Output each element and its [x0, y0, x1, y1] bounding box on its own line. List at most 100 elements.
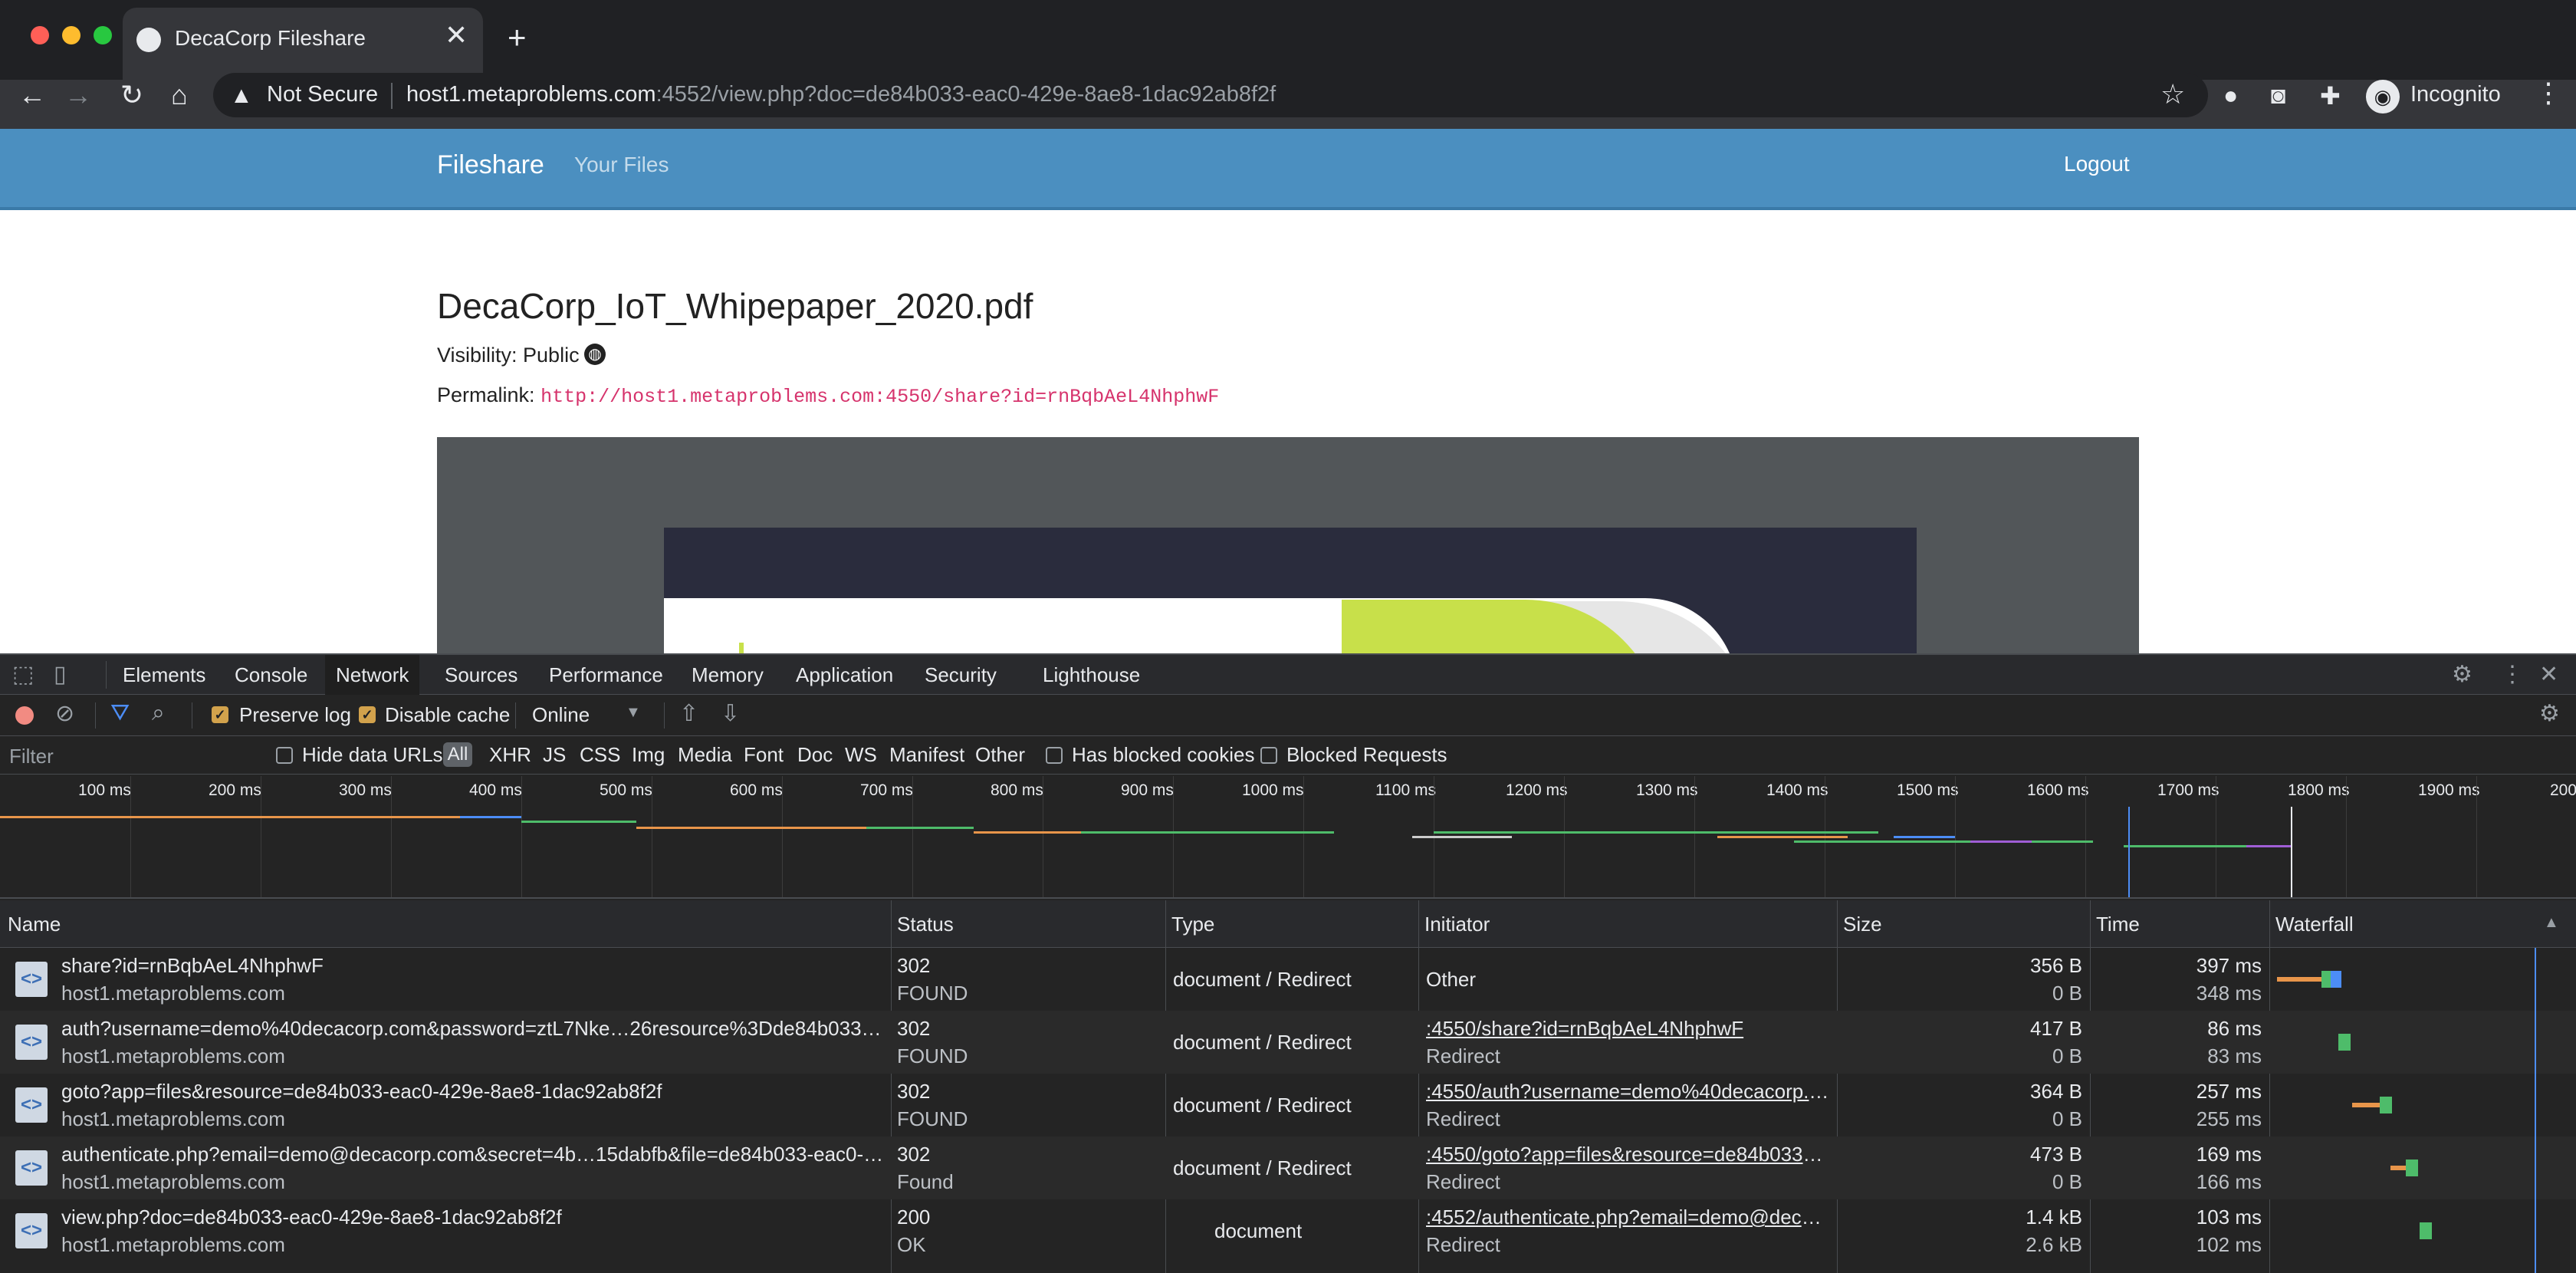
tab-performance[interactable]: Performance [538, 655, 674, 695]
menu-icon[interactable]: ⋮ [2535, 77, 2562, 109]
request-name: view.php?doc=de84b033-eac0-429e-8ae8-1da… [61, 1206, 562, 1229]
col-type[interactable]: Type [1171, 913, 1214, 936]
tab-console[interactable]: Console [224, 655, 318, 695]
clear-icon[interactable]: ⊘ [55, 700, 74, 727]
col-size[interactable]: Size [1843, 913, 1882, 936]
minimize-window-button[interactable] [62, 26, 80, 44]
type-filter-font[interactable]: Font [744, 743, 784, 767]
back-icon[interactable]: ← [9, 71, 55, 120]
puzzle-icon[interactable]: ✚ [2320, 81, 2341, 110]
type-filter-ws[interactable]: WS [845, 743, 877, 767]
col-status[interactable]: Status [897, 913, 954, 936]
star-icon[interactable]: ☆ [2160, 78, 2185, 110]
transfer-size: 1.4 kB [2026, 1206, 2082, 1229]
has-blocked-cookies-checkbox[interactable] [1046, 747, 1063, 764]
request-row[interactable]: <> view.php?doc=de84b033-eac0-429e-8ae8-… [0, 1199, 2576, 1262]
security-status[interactable]: Not Secure [267, 82, 378, 107]
extension-icon[interactable]: ● [2223, 81, 2238, 110]
search-icon[interactable]: ⌕ [152, 700, 165, 726]
export-har-icon[interactable]: ⇩ [721, 700, 740, 727]
type-filter-media[interactable]: Media [678, 743, 732, 767]
site-brand[interactable]: Fileshare [437, 150, 544, 180]
preserve-log-checkbox[interactable]: ✓ [212, 706, 228, 723]
initiator-link[interactable]: :4550/auth?username=demo%40decacorp.co… [1426, 1080, 1829, 1104]
type-filter-js[interactable]: JS [543, 743, 566, 767]
filter-input[interactable]: Filter [9, 745, 54, 768]
divider [95, 702, 96, 729]
request-name: auth?username=demo%40decacorp.com&passwo… [61, 1017, 885, 1040]
chevron-down-icon[interactable]: ▼ [626, 704, 641, 722]
initiator-link[interactable]: :4550/share?id=rnBqbAeL4NhphwF [1426, 1017, 1829, 1041]
type-filter-xhr[interactable]: XHR [489, 743, 531, 767]
type-filter-css[interactable]: CSS [580, 743, 620, 767]
network-settings-icon[interactable]: ⚙ [2539, 700, 2560, 727]
waterfall-bar [2338, 1034, 2351, 1051]
pdf-viewer[interactable] [437, 437, 2139, 653]
type-filter-doc[interactable]: Doc [797, 743, 833, 767]
zoom-window-button[interactable] [94, 26, 112, 44]
request-row[interactable]: <> auth?username=demo%40decacorp.com&pas… [0, 1011, 2576, 1074]
incognito-icon[interactable]: ◉ [2366, 80, 2400, 113]
col-name[interactable]: Name [8, 913, 61, 936]
record-button[interactable] [15, 706, 34, 725]
tab-sources[interactable]: Sources [434, 655, 528, 695]
timeline-gridline [1564, 776, 1565, 897]
throttling-select[interactable]: Online [532, 703, 590, 727]
inspect-element-icon[interactable]: ⬚ [12, 661, 34, 688]
reload-icon[interactable]: ↻ [109, 71, 155, 120]
tab-memory[interactable]: Memory [681, 655, 774, 695]
initiator-link[interactable]: :4550/goto?app=files&resource=de84b033-e… [1426, 1143, 1829, 1166]
initiator-link[interactable]: :4552/authenticate.php?email=demo@decaco… [1426, 1206, 1829, 1229]
device-toolbar-icon[interactable]: ▯ [54, 661, 67, 688]
status-text: FOUND [897, 982, 968, 1005]
timeline-tick: 1500 ms [1897, 781, 1959, 799]
waterfall-bar [2277, 977, 2321, 982]
forward-icon[interactable]: → [55, 71, 101, 120]
divider [515, 702, 516, 729]
type-filter-manifest[interactable]: Manifest [889, 743, 964, 767]
type-filter-all[interactable]: All [443, 742, 472, 767]
tab-application[interactable]: Application [785, 655, 904, 695]
devtools-menu-icon[interactable]: ⋮ [2501, 661, 2524, 688]
blocked-requests-checkbox[interactable] [1260, 747, 1277, 764]
tab-close-icon[interactable]: ✕ [445, 21, 468, 49]
tab-network[interactable]: Network [325, 655, 420, 695]
new-tab-button[interactable]: + [508, 21, 527, 54]
warning-icon[interactable]: ▲ [230, 83, 253, 109]
waterfall-bar [2380, 1097, 2392, 1113]
close-window-button[interactable] [31, 26, 49, 44]
type-filter-img[interactable]: Img [632, 743, 665, 767]
camera-icon[interactable]: ◙ [2271, 81, 2285, 110]
col-time[interactable]: Time [2096, 913, 2140, 936]
logout-link[interactable]: Logout [2064, 152, 2130, 176]
import-har-icon[interactable]: ⇧ [679, 700, 698, 727]
tab-security[interactable]: Security [914, 655, 1007, 695]
disable-cache-checkbox[interactable]: ✓ [359, 706, 376, 723]
profile-label[interactable]: Incognito [2410, 82, 2501, 107]
tab-elements[interactable]: Elements [112, 655, 216, 695]
url-text[interactable]: host1.metaproblems.com:4552/view.php?doc… [406, 82, 1276, 107]
type-filter-other[interactable]: Other [975, 743, 1025, 767]
request-row[interactable]: <> authenticate.php?email=demo@decacorp.… [0, 1136, 2576, 1199]
timeline-gridline [912, 776, 913, 897]
request-row[interactable]: <> share?id=rnBqbAeL4NhphwF host1.metapr… [0, 948, 2576, 1011]
document-icon: <> [15, 1213, 48, 1248]
close-devtools-icon[interactable]: ✕ [2539, 661, 2558, 688]
dom-content-loaded-marker [2128, 807, 2130, 897]
visibility-label: Visibility: Public [437, 344, 580, 367]
hide-data-urls-checkbox[interactable] [276, 747, 293, 764]
home-icon[interactable]: ⌂ [156, 71, 202, 120]
total-time: 103 ms [2196, 1206, 2262, 1229]
tab-lighthouse[interactable]: Lighthouse [1032, 655, 1151, 695]
col-waterfall[interactable]: Waterfall [2275, 913, 2354, 936]
permalink-url[interactable]: http://host1.metaproblems.com:4550/share… [540, 386, 1219, 408]
settings-gear-icon[interactable]: ⚙ [2452, 661, 2472, 688]
overview-request-bar [1894, 836, 1955, 838]
nav-your-files[interactable]: Your Files [574, 153, 669, 177]
timeline-gridline [2085, 776, 2086, 897]
col-initiator[interactable]: Initiator [1424, 913, 1490, 936]
sort-ascending-icon[interactable]: ▲ [2544, 914, 2559, 932]
request-row[interactable]: <> goto?app=files&resource=de84b033-eac0… [0, 1074, 2576, 1136]
timeline-tick: 1400 ms [1766, 781, 1829, 799]
filter-icon[interactable]: ⛛ [110, 700, 130, 726]
